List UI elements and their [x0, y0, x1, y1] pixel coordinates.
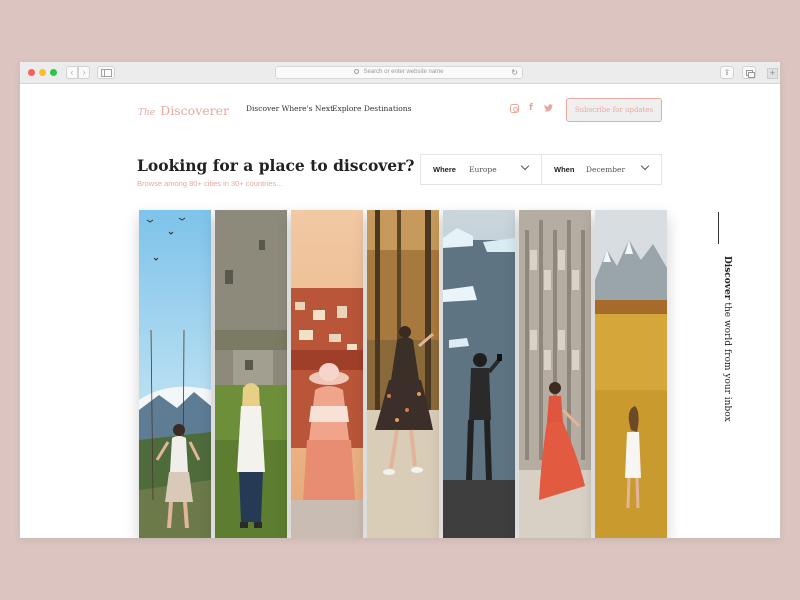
back-icon[interactable]: ‹: [66, 66, 78, 79]
destination-card-castle[interactable]: [215, 210, 287, 538]
close-window-button[interactable]: [28, 69, 35, 76]
browser-window: ‹ › Search or enter website name ↻ ⇪ + T…: [20, 62, 780, 538]
when-label: When: [554, 165, 575, 174]
minimize-window-button[interactable]: [39, 69, 46, 76]
newsletter-tagline[interactable]: Discover the world from your inbox: [722, 256, 732, 422]
where-value: Europe: [469, 165, 497, 174]
destination-card-cathedral[interactable]: [519, 210, 591, 538]
subscribe-button[interactable]: Subscribe for updates: [566, 98, 662, 122]
when-value: December: [586, 165, 626, 174]
zoom-window-button[interactable]: [50, 69, 57, 76]
destination-card-swing[interactable]: [139, 210, 211, 538]
destination-card-forest[interactable]: [367, 210, 439, 538]
site-logo[interactable]: The Discoverer: [138, 100, 229, 119]
tagline-rest: the world from your inbox: [722, 302, 732, 422]
nav-explore-destinations[interactable]: Explore Destinations: [332, 104, 411, 113]
sidebar-toggle-icon[interactable]: [97, 66, 115, 79]
new-tab-icon[interactable]: +: [767, 68, 778, 79]
page-subtitle: Browse among 80+ cities in 30+ countries…: [137, 179, 283, 188]
tagline-bold: Discover: [722, 256, 732, 300]
search-icon: [354, 69, 360, 74]
destination-card-glacier[interactable]: [443, 210, 515, 538]
instagram-icon[interactable]: [510, 104, 519, 113]
chevron-down-icon: [640, 161, 650, 171]
search-filters: Where Europe When December: [420, 154, 662, 185]
when-select[interactable]: When December: [542, 155, 662, 184]
twitter-icon[interactable]: [544, 104, 553, 114]
share-icon[interactable]: ⇪: [720, 66, 734, 79]
address-placeholder: Search or enter website name: [363, 69, 444, 75]
browser-toolbar: ‹ › Search or enter website name ↻ ⇪ +: [20, 62, 780, 84]
page-title: Looking for a place to discover?: [137, 156, 415, 175]
logo-name: Discoverer: [160, 103, 230, 118]
side-divider: [718, 212, 719, 244]
reload-icon[interactable]: ↻: [511, 67, 518, 78]
destination-card-meadow[interactable]: [595, 210, 667, 538]
destination-card-city[interactable]: [291, 210, 363, 538]
where-select[interactable]: Where Europe: [421, 155, 541, 184]
tabs-overview-icon[interactable]: [742, 66, 756, 79]
address-bar[interactable]: Search or enter website name ↻: [275, 66, 523, 79]
chevron-down-icon: [520, 161, 530, 171]
facebook-icon[interactable]: f: [529, 103, 533, 113]
nav-discover-where-next[interactable]: Discover Where's Next: [246, 104, 333, 113]
forward-icon[interactable]: ›: [78, 66, 90, 79]
logo-prefix: The: [138, 108, 156, 118]
where-label: Where: [433, 165, 456, 174]
